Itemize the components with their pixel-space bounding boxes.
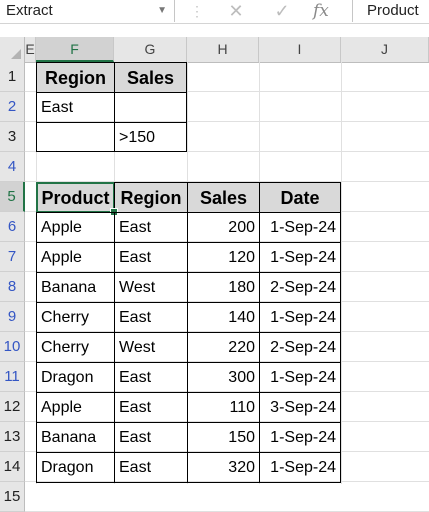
row-header-13[interactable]: 13: [0, 422, 25, 452]
column-header-f[interactable]: F: [36, 37, 114, 62]
row-header-7[interactable]: 7: [0, 242, 25, 272]
region-cell[interactable]: East: [114, 362, 188, 393]
sales-cell[interactable]: 180: [187, 272, 260, 303]
table-header-product[interactable]: Product: [36, 182, 115, 213]
product-cell[interactable]: Banana: [36, 422, 115, 453]
row-header-6[interactable]: 6: [0, 212, 25, 242]
criteria-cell[interactable]: East: [36, 92, 115, 123]
row-header-15[interactable]: 15: [0, 482, 25, 512]
row-header-8[interactable]: 8: [0, 272, 25, 302]
sales-cell[interactable]: 140: [187, 302, 260, 333]
date-cell[interactable]: 2-Sep-24: [259, 332, 341, 363]
date-cell[interactable]: 1-Sep-24: [259, 362, 341, 393]
criteria-cell[interactable]: [114, 92, 187, 123]
product-cell[interactable]: Dragon: [36, 452, 115, 483]
row-header-12[interactable]: 12: [0, 392, 25, 422]
formula-bar-grip-icon: ⋮: [190, 3, 204, 19]
criteria-header-region[interactable]: Region: [36, 62, 115, 93]
row-header-14[interactable]: 14: [0, 452, 25, 482]
name-box-value: Extract: [6, 2, 53, 19]
region-cell[interactable]: East: [114, 302, 188, 333]
date-cell[interactable]: 1-Sep-24: [259, 212, 341, 243]
row-header-9[interactable]: 9: [0, 302, 25, 332]
product-cell[interactable]: Cherry: [36, 302, 115, 333]
region-cell[interactable]: West: [114, 272, 188, 303]
region-cell[interactable]: East: [114, 422, 188, 453]
product-cell[interactable]: Dragon: [36, 362, 115, 393]
formula-input[interactable]: Product: [352, 0, 429, 22]
cancel-icon[interactable]: ✕: [224, 0, 248, 22]
column-header-i[interactable]: I: [259, 37, 341, 62]
criteria-cell[interactable]: >150: [114, 122, 187, 152]
region-cell[interactable]: East: [114, 242, 188, 273]
product-cell[interactable]: Banana: [36, 272, 115, 303]
product-cell[interactable]: Apple: [36, 242, 115, 273]
date-cell[interactable]: 2-Sep-24: [259, 272, 341, 303]
column-header-g[interactable]: G: [114, 37, 187, 62]
region-cell[interactable]: East: [114, 452, 188, 483]
date-cell[interactable]: 1-Sep-24: [259, 452, 341, 483]
chevron-down-icon[interactable]: ▼: [157, 0, 167, 22]
row-header-5[interactable]: 5: [0, 182, 25, 212]
insert-function-icon[interactable]: fx: [313, 0, 329, 22]
name-box[interactable]: Extract ▼: [0, 0, 175, 22]
sales-cell[interactable]: 110: [187, 392, 260, 423]
column-header-e[interactable]: E: [25, 37, 36, 62]
product-cell[interactable]: Apple: [36, 392, 115, 423]
select-all-button[interactable]: [0, 37, 25, 62]
row-header-2[interactable]: 2: [0, 92, 25, 122]
date-cell[interactable]: 1-Sep-24: [259, 242, 341, 273]
row-header-4[interactable]: 4: [0, 152, 25, 182]
formula-bar: Extract ▼ ⋮ ✕ ✓ fx Product: [0, 0, 429, 24]
region-cell[interactable]: West: [114, 332, 188, 363]
product-cell[interactable]: Cherry: [36, 332, 115, 363]
region-cell[interactable]: East: [114, 212, 188, 243]
table-header-date[interactable]: Date: [259, 182, 341, 213]
sales-cell[interactable]: 200: [187, 212, 260, 243]
date-cell[interactable]: 1-Sep-24: [259, 422, 341, 453]
date-cell[interactable]: 3-Sep-24: [259, 392, 341, 423]
criteria-header-sales[interactable]: Sales: [114, 62, 187, 93]
column-header-h[interactable]: H: [187, 37, 259, 62]
column-header-j[interactable]: J: [341, 37, 429, 62]
enter-icon[interactable]: ✓: [270, 0, 294, 22]
region-cell[interactable]: East: [114, 392, 188, 423]
sales-cell[interactable]: 150: [187, 422, 260, 453]
row-header-11[interactable]: 11: [0, 362, 25, 392]
date-cell[interactable]: 1-Sep-24: [259, 302, 341, 333]
sales-cell[interactable]: 320: [187, 452, 260, 483]
row-header-3[interactable]: 3: [0, 122, 25, 152]
sales-cell[interactable]: 220: [187, 332, 260, 363]
table-header-sales[interactable]: Sales: [187, 182, 260, 213]
row-header-1[interactable]: 1: [0, 62, 25, 92]
table-header-region[interactable]: Region: [114, 182, 188, 213]
criteria-cell[interactable]: [36, 122, 115, 152]
select-all-icon: [11, 49, 21, 59]
sales-cell[interactable]: 300: [187, 362, 260, 393]
product-cell[interactable]: Apple: [36, 212, 115, 243]
sales-cell[interactable]: 120: [187, 242, 260, 273]
row-header-10[interactable]: 10: [0, 332, 25, 362]
